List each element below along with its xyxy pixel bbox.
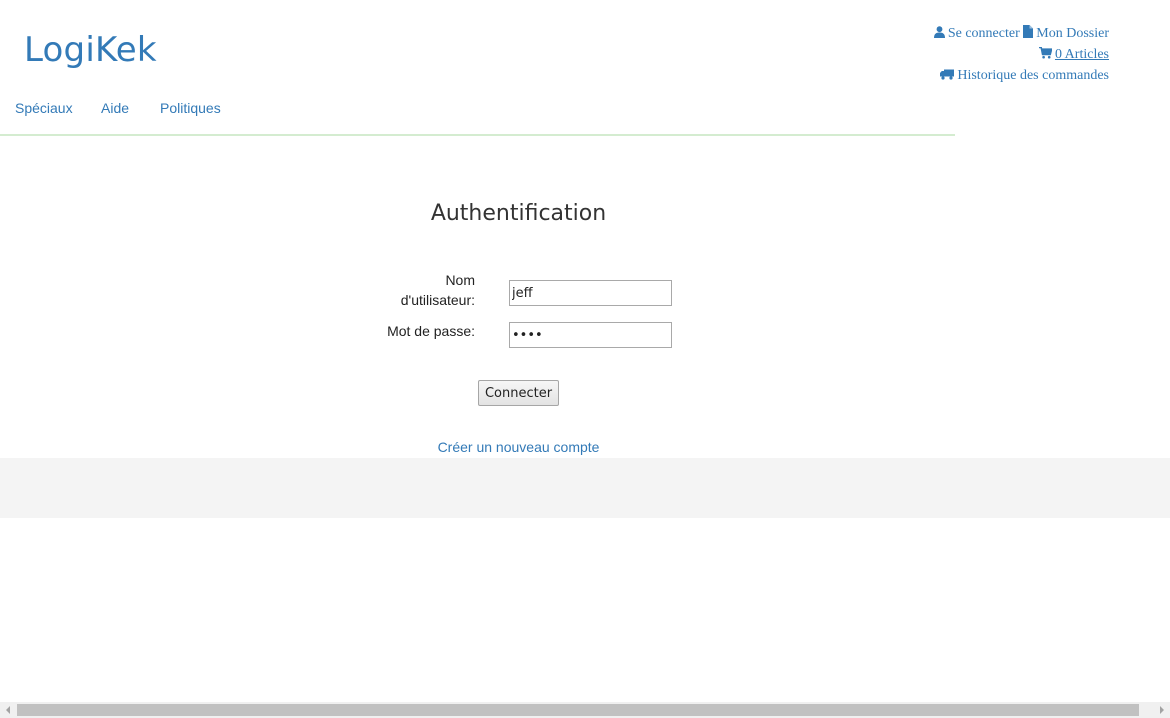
nav-item-aide[interactable]: Aide xyxy=(101,100,129,116)
scroll-right-arrow-icon[interactable] xyxy=(1160,706,1164,714)
password-input[interactable] xyxy=(509,322,672,348)
login-link[interactable]: Se connecter xyxy=(933,26,1023,41)
nav-item-politiques[interactable]: Politiques xyxy=(160,100,221,116)
page: LogiKek Se connecter Mon Dossier 0 Artic… xyxy=(0,0,1170,718)
account-label: Mon Dossier xyxy=(1036,26,1109,41)
page-title: Authentification xyxy=(430,201,607,226)
user-links: Se connecter Mon Dossier 0 Articles Hist… xyxy=(933,24,1109,87)
create-account-row: Créer un nouveau compte xyxy=(0,439,1037,455)
create-account-link[interactable]: Créer un nouveau compte xyxy=(438,439,600,455)
user-links-row-3: Historique des commandes xyxy=(934,66,1109,87)
truck-icon xyxy=(940,67,955,87)
username-label-line-2: d'utilisateur: xyxy=(400,292,475,308)
password-label: Mot de passe: xyxy=(387,323,475,339)
username-label: Nom d'utilisateur: xyxy=(375,270,475,310)
footer xyxy=(0,458,1170,518)
cart-icon xyxy=(1038,46,1053,66)
account-link[interactable]: Mon Dossier xyxy=(1023,25,1109,41)
connect-button[interactable]: Connecter xyxy=(478,380,559,406)
nav-item-speciaux[interactable]: Spéciaux xyxy=(15,100,73,116)
file-icon xyxy=(1023,25,1034,45)
cart-label: 0 Articles xyxy=(1054,47,1109,62)
scrollbar-thumb[interactable] xyxy=(17,704,1139,716)
user-links-row-1: Se connecter Mon Dossier xyxy=(933,24,1109,45)
main-nav: Spéciaux Aide Politiques xyxy=(0,96,955,136)
user-links-row-2: 0 Articles xyxy=(934,45,1109,66)
brand-logo[interactable]: LogiKek xyxy=(24,30,157,70)
scroll-left-arrow-icon[interactable] xyxy=(6,706,10,714)
orders-label: Historique des commandes xyxy=(957,68,1109,83)
cart-link[interactable]: 0 Articles xyxy=(1038,46,1109,62)
user-icon xyxy=(933,25,945,45)
horizontal-scrollbar[interactable] xyxy=(0,702,1170,718)
login-label: Se connecter xyxy=(947,26,1020,41)
orders-link[interactable]: Historique des commandes xyxy=(940,68,1109,83)
username-label-line-1: Nom xyxy=(445,272,475,288)
username-input[interactable] xyxy=(509,280,672,306)
